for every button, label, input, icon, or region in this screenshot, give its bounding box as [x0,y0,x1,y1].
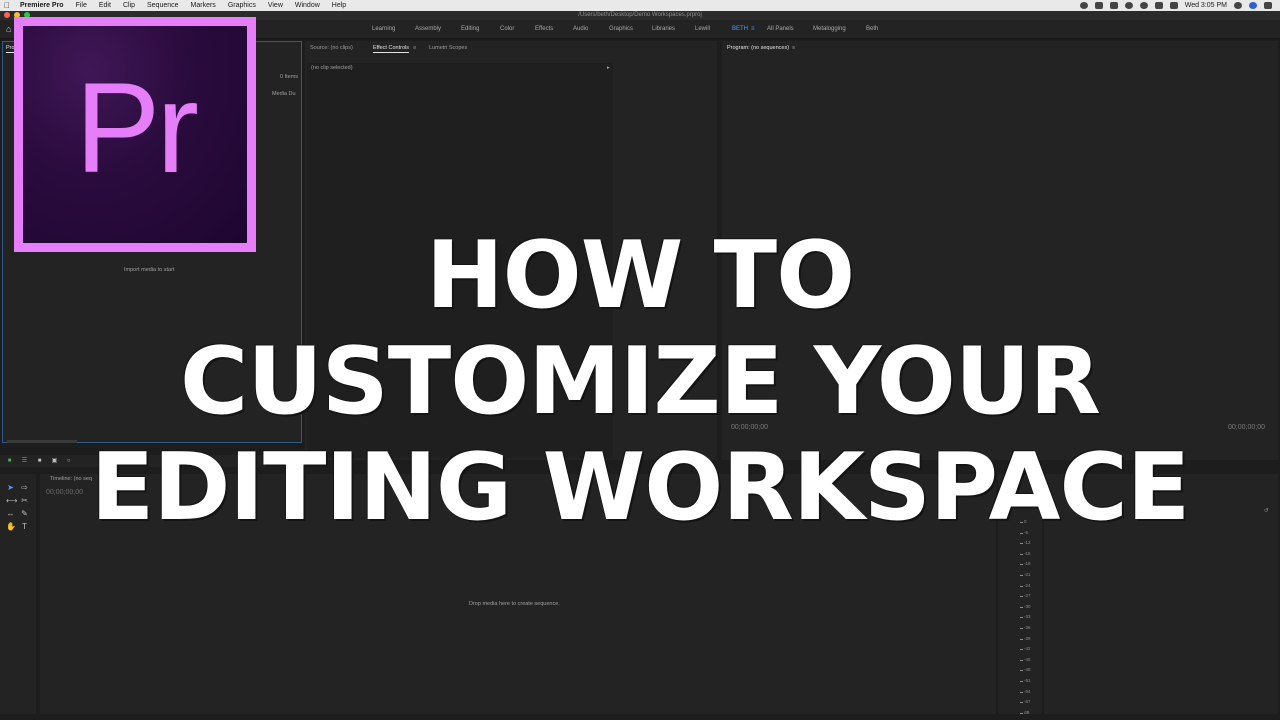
logo-text: Pr [75,56,199,200]
menu-graphics[interactable]: Graphics [222,0,262,11]
notification-center-icon[interactable] [1264,2,1272,9]
app-menu[interactable]: Premiere Pro [14,0,70,11]
siri-icon[interactable] [1249,2,1257,9]
wifi-icon[interactable] [1139,2,1148,9]
timeline-drop-message: Drop media here to create sequence. [469,601,560,607]
tab-source[interactable]: Source: (no clips) [310,44,353,53]
audio-meter-tick [1020,659,1023,661]
audio-meter-tick [1020,596,1023,598]
audio-meter-label: dB [1024,709,1030,715]
audio-meter-tick [1020,564,1023,566]
audio-meter-label: -51 [1024,678,1031,683]
audio-meter-label: -30 [1024,603,1031,609]
workspace-menu-icon[interactable]: ≡ [751,20,755,39]
audio-meter-tick [1020,543,1023,545]
tab-lumetri-scopes[interactable]: Lumetri Scopes [429,44,467,53]
media-duration-column[interactable]: Media Du [272,91,296,97]
record-icon[interactable] [1079,2,1088,9]
audio-meter-tick [1020,553,1023,555]
mac-menubar:  Premiere Pro File Edit Clip Sequence M… [0,0,1280,11]
audio-meter-tick [1020,681,1023,682]
headline-line-3: EDITING WORKSPACE [90,433,1191,541]
workspace-tab-metalogging[interactable]: Metalogging [813,20,846,39]
menu-file[interactable]: File [70,0,93,11]
headline-line-1: HOW TO [425,221,855,329]
menubar-tray: Wed 3:05 PM [1079,0,1272,11]
tab-menu-icon[interactable]: ≡ [413,44,416,53]
audio-meter-tick [1020,670,1023,672]
menu-view[interactable]: View [262,0,289,11]
audio-meter-tick [1020,638,1023,640]
workspace-tab-editing[interactable]: Editing [461,20,479,39]
audio-meter-tick [1020,617,1023,619]
menu-sequence[interactable]: Sequence [141,0,185,11]
workspace-tab-all-panels[interactable]: All Panels [767,20,794,39]
audio-meter-tick [1020,575,1023,576]
audio-meter-label: -21 [1024,572,1031,577]
program-monitor-title[interactable]: Program: (no sequences) [727,44,789,53]
tab-effect-controls[interactable]: Effect Controls [373,44,409,53]
screen:  Premiere Pro File Edit Clip Sequence M… [0,0,1280,720]
apple-icon[interactable]:  [0,0,14,11]
audio-meter-tick [1020,606,1023,608]
menu-edit[interactable]: Edit [93,0,117,11]
premiere-pro-logo: Pr [14,17,256,252]
spotlight-icon[interactable] [1234,2,1242,9]
project-items-count: 0 Items [280,74,299,80]
workspace-tab-lewill[interactable]: Lewill [695,20,710,39]
audio-meter-tick [1020,691,1023,693]
close-window-icon[interactable] [4,12,10,18]
audio-meter-label: -15 [1024,550,1031,556]
volume-icon[interactable] [1154,2,1163,9]
menu-help[interactable]: Help [326,0,352,11]
workspace-tab-beth-active[interactable]: BETH [732,20,748,39]
audio-meter-tick [1020,712,1023,714]
workspace-tab-learning[interactable]: Learning [372,20,395,39]
workspace-tab-libraries[interactable]: Libraries [652,20,675,39]
audio-meter-label: -54 [1024,688,1031,694]
audio-meter-label: -18 [1024,561,1031,567]
project-path: /Users/beth/Desktop/Demo Workspaces.prpr… [578,12,702,18]
workspace-tab-effects[interactable]: Effects [535,20,553,39]
audio-meter-label: -45 [1024,656,1031,662]
audio-meter-label: -36 [1024,625,1031,630]
workspace-tab-audio[interactable]: Audio [573,20,588,39]
audio-meter-label: -27 [1024,593,1031,599]
workspace-tab-assembly[interactable]: Assembly [415,20,441,39]
workspace-tab-color[interactable]: Color [500,20,514,39]
audio-meter-tick [1020,628,1023,629]
menu-window[interactable]: Window [289,0,326,11]
display-icon[interactable] [1109,2,1118,9]
audio-meter-label: -39 [1024,635,1031,641]
workspace-tab-beth[interactable]: Beth [866,20,878,39]
no-clip-label: (no clip selected) [311,65,353,71]
camera-icon[interactable] [1094,2,1103,9]
audio-meter-label: -42 [1024,646,1031,652]
audio-meter-label: -33 [1024,614,1031,620]
battery-icon[interactable] [1169,2,1178,9]
audio-meter-tick [1020,702,1023,704]
audio-meter-label: -57 [1024,699,1031,705]
audio-meter-label: -48 [1024,667,1031,673]
headline-line-2: CUSTOMIZE YOUR [180,327,1101,435]
time-machine-icon[interactable] [1124,2,1133,9]
clock[interactable]: Wed 3:05 PM [1185,0,1227,11]
menu-clip[interactable]: Clip [117,0,141,11]
audio-meter-tick [1020,585,1023,587]
workspace-tab-graphics[interactable]: Graphics [609,20,633,39]
headline-overlay: HOW TO CUSTOMIZE YOUR EDITING WORKSPACE [0,222,1280,540]
program-menu-icon[interactable]: ≡ [792,44,795,53]
expand-arrow-icon[interactable]: ▸ [607,65,610,71]
audio-meter-tick [1020,649,1023,651]
menu-markers[interactable]: Markers [185,0,222,11]
audio-meter-label: -24 [1024,582,1031,588]
